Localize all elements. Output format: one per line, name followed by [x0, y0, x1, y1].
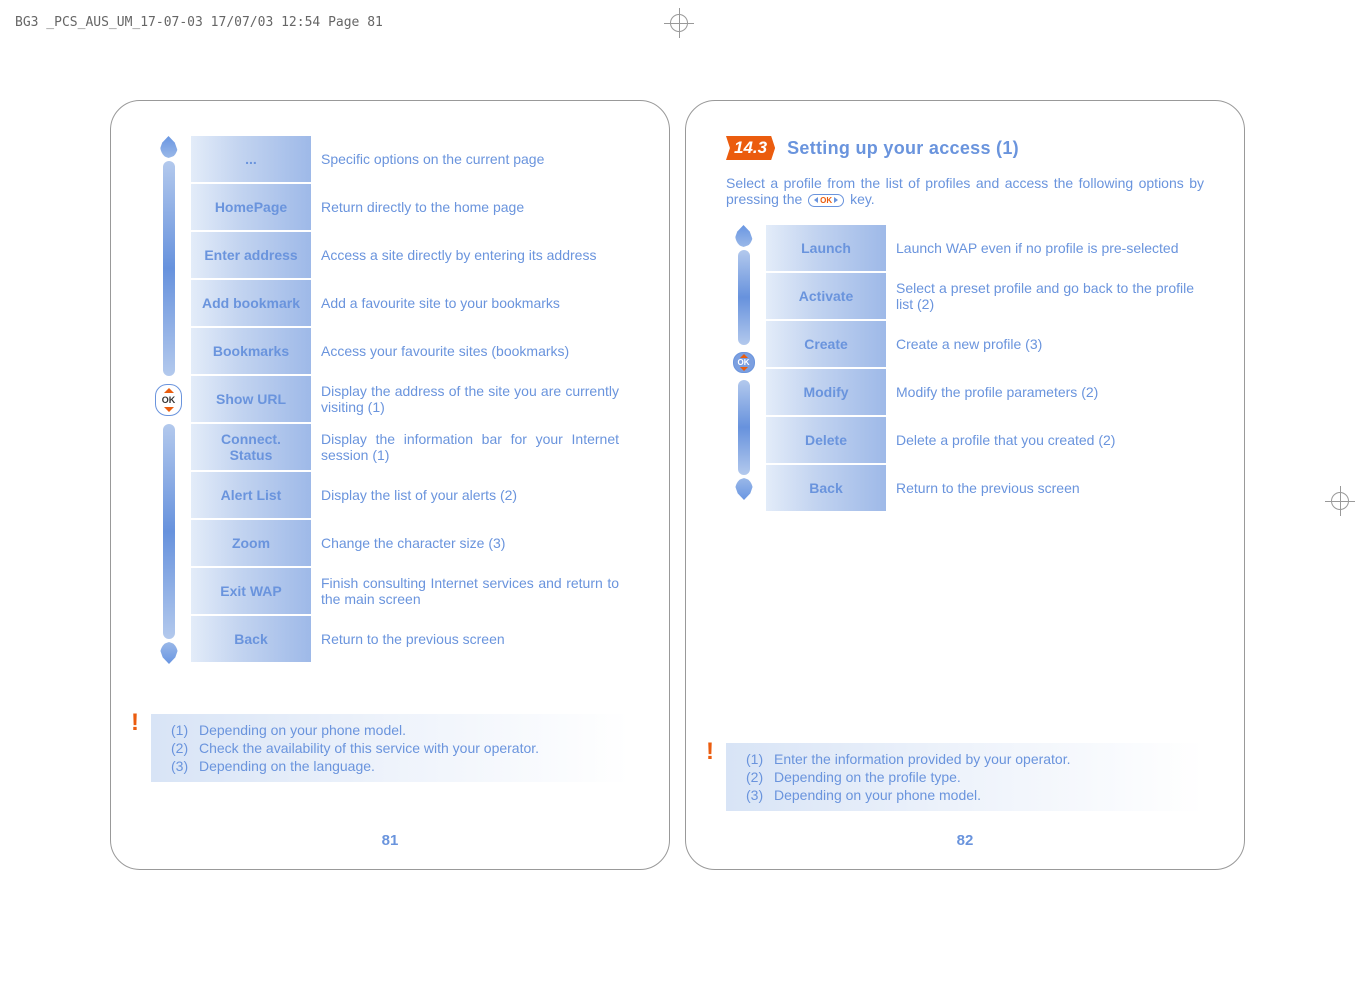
triangle-left-icon: [814, 197, 818, 203]
row-desc: Delete a profile that you created (2): [886, 417, 1204, 463]
table-row: BookmarksAccess your favourite sites (bo…: [191, 328, 629, 374]
table-row: Connect. StatusDisplay the information b…: [191, 424, 629, 470]
nav-icon-column-right: OK: [726, 225, 761, 500]
right-page: 14.3 Setting up your access (1) Select a…: [685, 100, 1245, 870]
row-label: Modify: [766, 369, 886, 415]
footnote-item: (2)Check the availability of this servic…: [171, 740, 619, 756]
inline-ok-key-icon: OK: [808, 194, 844, 207]
left-page: OK ...Specific options on the current pa…: [110, 100, 670, 870]
table-row: ZoomChange the character size (3): [191, 520, 629, 566]
intro-text: Select a profile from the list of profil…: [726, 175, 1204, 207]
row-desc: Create a new profile (3): [886, 321, 1204, 367]
table-row: ModifyModify the profile parameters (2): [766, 369, 1204, 415]
nav-drop-up-icon: [735, 225, 753, 247]
table-row: Add bookmarkAdd a favourite site to your…: [191, 280, 629, 326]
table-row: BackReturn to the previous screen: [766, 465, 1204, 511]
row-desc: Finish consulting Internet services and …: [311, 568, 629, 614]
nav-bar-icon: [738, 380, 750, 475]
nav-drop-down-icon: [160, 642, 178, 664]
table-row: Enter addressAccess a site directly by e…: [191, 232, 629, 278]
table-row: ActivateSelect a preset profile and go b…: [766, 273, 1204, 319]
row-desc: Add a favourite site to your bookmarks: [311, 280, 629, 326]
page-number-right: 82: [686, 832, 1244, 849]
row-desc: Display the address of the site you are …: [311, 376, 629, 422]
triangle-down-icon: [740, 367, 748, 371]
table-row: Show URLDisplay the address of the site …: [191, 376, 629, 422]
page-number-left: 81: [111, 832, 669, 849]
nav-bar-icon: [738, 250, 750, 345]
exclaim-icon: !: [131, 709, 139, 737]
row-label: Activate: [766, 273, 886, 319]
row-label: Bookmarks: [191, 328, 311, 374]
row-label: Connect. Status: [191, 424, 311, 470]
table-row: BackReturn to the previous screen: [191, 616, 629, 662]
row-label: Back: [766, 465, 886, 511]
footnote-item: (1)Enter the information provided by you…: [746, 751, 1194, 767]
row-label: Add bookmark: [191, 280, 311, 326]
footnote-item: (3)Depending on the language.: [171, 758, 619, 774]
row-desc: Select a preset profile and go back to t…: [886, 273, 1204, 319]
triangle-up-icon: [164, 388, 174, 393]
row-desc: Return to the previous screen: [311, 616, 629, 662]
row-desc: Display the information bar for your Int…: [311, 424, 629, 470]
section-header: 14.3 Setting up your access (1): [726, 136, 1204, 160]
registration-mark-right: [1325, 486, 1355, 516]
table-row: DeleteDelete a profile that you created …: [766, 417, 1204, 463]
row-desc: Change the character size (3): [311, 520, 629, 566]
ok-key-small-icon: OK: [733, 352, 755, 373]
nav-drop-up-icon: [160, 136, 178, 158]
ok-key-icon: OK: [155, 384, 183, 416]
triangle-right-icon: [834, 197, 838, 203]
table-row: CreateCreate a new profile (3): [766, 321, 1204, 367]
row-desc: Access your favourite sites (bookmarks): [311, 328, 629, 374]
row-label: Create: [766, 321, 886, 367]
table-row: ...Specific options on the current page: [191, 136, 629, 182]
nav-drop-down-icon: [735, 478, 753, 500]
nav-icon-column-left: OK: [151, 136, 186, 664]
row-desc: Modify the profile parameters (2): [886, 369, 1204, 415]
row-label: Exit WAP: [191, 568, 311, 614]
nav-bar-icon: [163, 424, 175, 639]
row-desc: Specific options on the current page: [311, 136, 629, 182]
row-desc: Return to the previous screen: [886, 465, 1204, 511]
footnote-item: (2)Depending on the profile type.: [746, 769, 1194, 785]
row-label: Show URL: [191, 376, 311, 422]
row-label: Back: [191, 616, 311, 662]
row-label: Alert List: [191, 472, 311, 518]
table-row: Exit WAPFinish consulting Internet servi…: [191, 568, 629, 614]
footnotes-left: ! (1)Depending on your phone model. (2)C…: [151, 714, 629, 782]
ok-label: OK: [162, 395, 176, 405]
table-row: Alert ListDisplay the list of your alert…: [191, 472, 629, 518]
footnote-item: (3)Depending on your phone model.: [746, 787, 1194, 803]
inline-ok-label: OK: [820, 196, 832, 205]
row-desc: Access a site directly by entering its a…: [311, 232, 629, 278]
ok-label-small: OK: [738, 358, 750, 367]
document-header: BG3 _PCS_AUS_UM_17-07-03 17/07/03 12:54 …: [15, 15, 383, 30]
section-number: 14.3: [726, 136, 775, 160]
nav-bar-icon: [163, 161, 175, 376]
table-row: LaunchLaunch WAP even if no profile is p…: [766, 225, 1204, 271]
row-label: ...: [191, 136, 311, 182]
table-row: HomePageReturn directly to the home page: [191, 184, 629, 230]
row-desc: Return directly to the home page: [311, 184, 629, 230]
row-label: Delete: [766, 417, 886, 463]
footnotes-right: ! (1)Enter the information provided by y…: [726, 743, 1204, 811]
right-table: OK LaunchLaunch WAP even if no profile i…: [726, 225, 1204, 513]
row-desc: Display the list of your alerts (2): [311, 472, 629, 518]
footnote-item: (1)Depending on your phone model.: [171, 722, 619, 738]
section-title: Setting up your access (1): [787, 138, 1019, 159]
row-label: Enter address: [191, 232, 311, 278]
row-label: Launch: [766, 225, 886, 271]
row-label: Zoom: [191, 520, 311, 566]
left-table: OK ...Specific options on the current pa…: [151, 136, 629, 664]
registration-mark-top: [664, 8, 694, 38]
exclaim-icon: !: [706, 738, 714, 766]
triangle-down-icon: [164, 407, 174, 412]
row-desc: Launch WAP even if no profile is pre-sel…: [886, 225, 1204, 271]
row-label: HomePage: [191, 184, 311, 230]
